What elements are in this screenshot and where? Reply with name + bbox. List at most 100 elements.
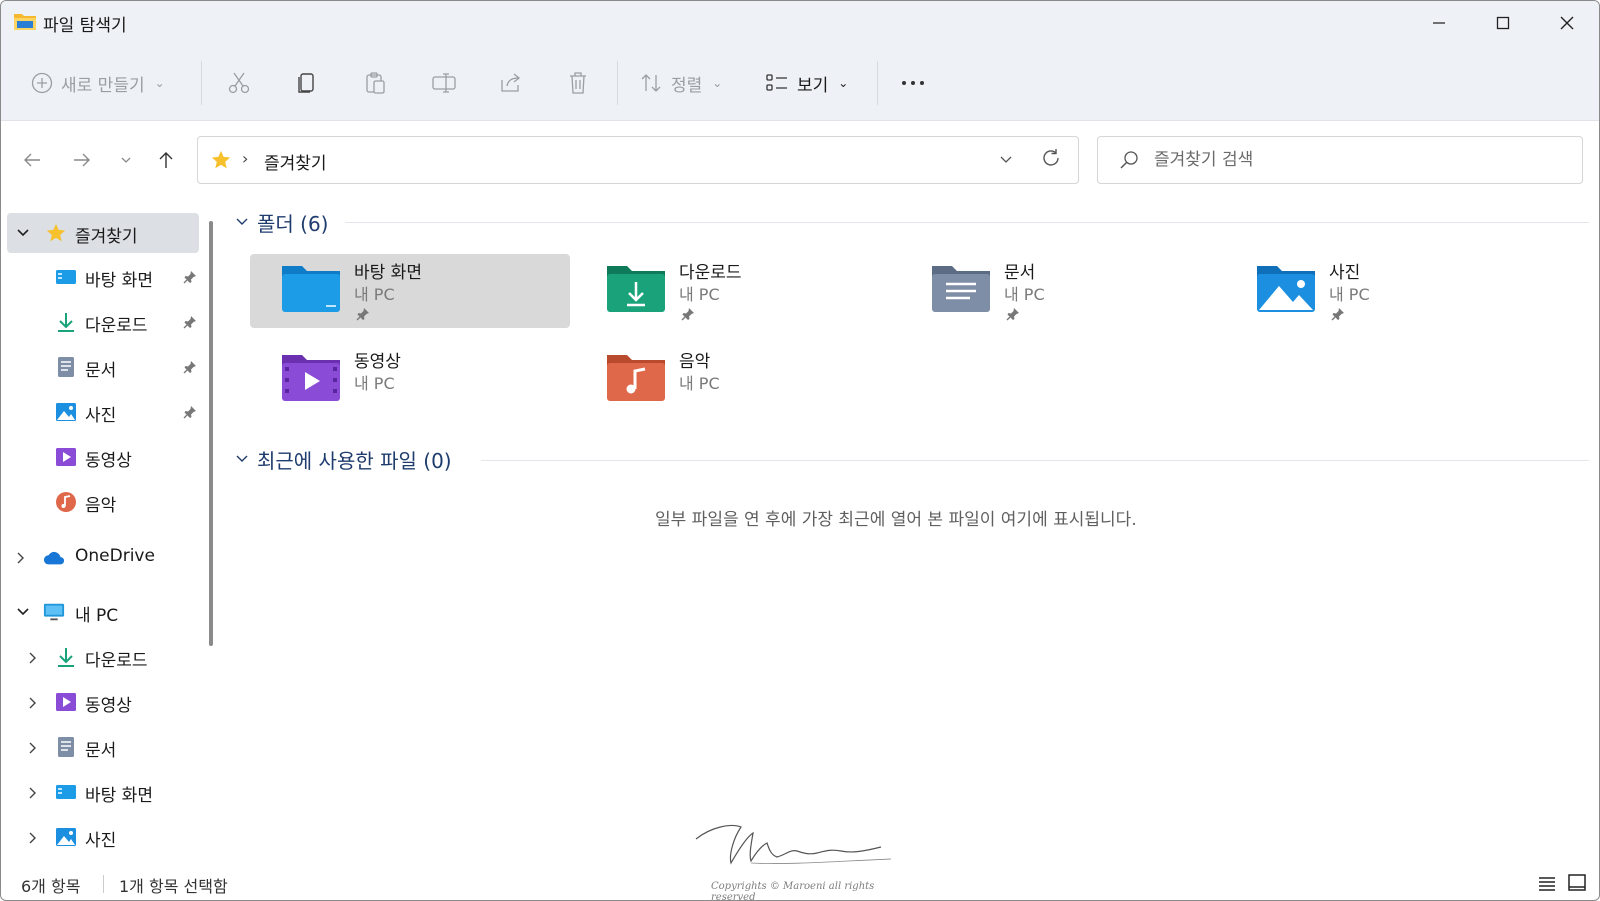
sidebar-item-label: 즐겨찾기 xyxy=(75,227,138,247)
folder-tile-downloads[interactable]: 다운로드 내 PC xyxy=(575,254,895,328)
forward-button[interactable] xyxy=(67,145,97,175)
sidebar-item-quick-access[interactable]: 즐겨찾기 xyxy=(7,213,199,253)
sidebar-item-pictures[interactable]: 사진 xyxy=(7,392,199,432)
sidebar-item-label: 문서 xyxy=(85,741,117,761)
toolbar-divider xyxy=(877,61,878,105)
close-icon xyxy=(1560,16,1574,30)
pin-icon xyxy=(1331,308,1344,321)
file-explorer-window: 파일 탐색기 새로 만들기 ⌄ 정렬 ⌄ 보기 ⌄ › 즐겨찾기 즐겨찾기 검색… xyxy=(0,0,1600,901)
folder-location: 내 PC xyxy=(354,285,395,304)
sidebar-item-music[interactable]: 음악 xyxy=(7,482,199,522)
recent-locations-button[interactable] xyxy=(111,145,141,175)
recent-section-header[interactable]: 최근에 사용한 파일 (0) xyxy=(235,444,452,474)
star-icon xyxy=(46,223,66,242)
paste-button[interactable] xyxy=(363,65,387,101)
sidebar-item-videos[interactable]: 동영상 xyxy=(7,437,199,477)
folder-tile-videos[interactable]: 동영상 내 PC xyxy=(250,343,570,417)
breadcrumb-current[interactable]: 즐겨찾기 xyxy=(264,149,327,174)
sidebar-item-pc-desktop[interactable]: 바탕 화면 xyxy=(7,772,199,812)
address-bar[interactable]: › 즐겨찾기 xyxy=(197,136,1079,184)
sidebar-item-desktop[interactable]: 바탕 화면 xyxy=(7,257,199,297)
copy-button[interactable] xyxy=(295,65,319,101)
copy-icon xyxy=(298,73,314,93)
sidebar-item-pc-videos[interactable]: 동영상 xyxy=(7,682,199,722)
chevron-down-icon xyxy=(121,157,131,163)
folders-section-header[interactable]: 폴더 (6) xyxy=(235,207,329,237)
pin-icon xyxy=(356,308,369,321)
folder-name: 문서 xyxy=(1004,263,1036,283)
sidebar-item-pc-pictures[interactable]: 사진 xyxy=(7,817,199,857)
folder-location: 내 PC xyxy=(679,374,720,393)
chevron-right-icon[interactable] xyxy=(27,650,43,666)
chevron-right-icon[interactable] xyxy=(27,830,43,846)
chevron-down-icon[interactable] xyxy=(15,606,31,618)
status-divider xyxy=(103,875,104,893)
share-button[interactable] xyxy=(499,65,523,101)
close-button[interactable] xyxy=(1535,1,1599,45)
sidebar-item-this-pc[interactable]: 내 PC xyxy=(7,592,199,632)
clipboard-icon xyxy=(366,72,385,94)
search-box[interactable] xyxy=(1097,136,1583,184)
view-button-label: 보기 xyxy=(797,75,829,96)
folder-name: 동영상 xyxy=(354,352,401,372)
folder-location: 내 PC xyxy=(1329,285,1370,304)
maximize-button[interactable] xyxy=(1471,1,1535,45)
folder-tile-music[interactable]: 음악 내 PC xyxy=(575,343,895,417)
chevron-right-icon[interactable] xyxy=(15,550,31,566)
new-button[interactable]: 새로 만들기 ⌄ xyxy=(31,65,165,101)
section-divider xyxy=(345,222,1589,223)
more-options-button[interactable] xyxy=(899,65,927,101)
rename-button[interactable] xyxy=(431,65,457,101)
folder-name: 음악 xyxy=(679,352,711,372)
sidebar-item-pc-documents[interactable]: 문서 xyxy=(7,727,199,767)
pin-icon xyxy=(183,271,196,284)
sidebar-item-label: OneDrive xyxy=(75,546,155,566)
item-count: 6개 항목 xyxy=(21,877,81,896)
folder-tile-pictures[interactable]: 사진 내 PC xyxy=(1225,254,1545,328)
folder-tile-desktop[interactable]: 바탕 화면 내 PC xyxy=(250,254,570,328)
tiles-view-icon[interactable] xyxy=(1567,873,1587,893)
downloads-folder-icon xyxy=(607,266,665,312)
back-button[interactable] xyxy=(17,145,47,175)
minimize-icon xyxy=(1433,22,1445,24)
view-button[interactable]: 보기 ⌄ xyxy=(765,65,848,101)
folder-location: 내 PC xyxy=(354,374,395,393)
arrow-left-icon xyxy=(24,153,40,167)
chevron-down-icon[interactable] xyxy=(15,227,31,239)
sidebar-scrollbar[interactable] xyxy=(209,221,213,646)
sort-button[interactable]: 정렬 ⌄ xyxy=(639,65,722,101)
chevron-down-icon xyxy=(236,455,248,462)
sidebar-item-documents[interactable]: 문서 xyxy=(7,347,199,387)
status-bar: 6개 항목 1개 항목 선택함 xyxy=(1,867,1599,900)
delete-button[interactable] xyxy=(567,65,589,101)
star-icon xyxy=(211,150,231,169)
music-icon xyxy=(56,492,76,512)
breadcrumb-chevron-icon: › xyxy=(242,149,249,168)
sidebar-item-label: 내 PC xyxy=(75,606,119,626)
sidebar-item-pc-downloads[interactable]: 다운로드 xyxy=(7,637,199,677)
folders-section-title: 폴더 (6) xyxy=(257,211,329,236)
sidebar-item-label: 사진 xyxy=(85,831,117,851)
sort-button-label: 정렬 xyxy=(671,75,703,96)
selected-count: 1개 항목 선택함 xyxy=(119,877,228,896)
chevron-right-icon[interactable] xyxy=(27,695,43,711)
details-view-icon[interactable] xyxy=(1537,875,1557,893)
command-bar: 새로 만들기 ⌄ 정렬 ⌄ 보기 ⌄ xyxy=(1,45,1599,121)
chevron-down-icon[interactable] xyxy=(998,151,1014,167)
search-input[interactable] xyxy=(1154,145,1554,175)
video-icon xyxy=(56,448,76,466)
folder-tile-documents[interactable]: 문서 내 PC xyxy=(900,254,1220,328)
pin-icon xyxy=(183,361,196,374)
pictures-icon xyxy=(56,828,76,846)
minimize-button[interactable] xyxy=(1407,1,1471,45)
sidebar-item-downloads[interactable]: 다운로드 xyxy=(7,302,199,342)
refresh-icon[interactable] xyxy=(1040,147,1062,169)
chevron-right-icon[interactable] xyxy=(27,740,43,756)
cut-button[interactable] xyxy=(227,65,251,101)
music-folder-icon xyxy=(607,355,665,401)
chevron-right-icon[interactable] xyxy=(27,785,43,801)
up-button[interactable] xyxy=(151,145,181,175)
sidebar-item-onedrive[interactable]: OneDrive xyxy=(7,537,199,577)
arrow-up-icon xyxy=(159,152,173,168)
sidebar-item-label: 음악 xyxy=(85,496,117,516)
